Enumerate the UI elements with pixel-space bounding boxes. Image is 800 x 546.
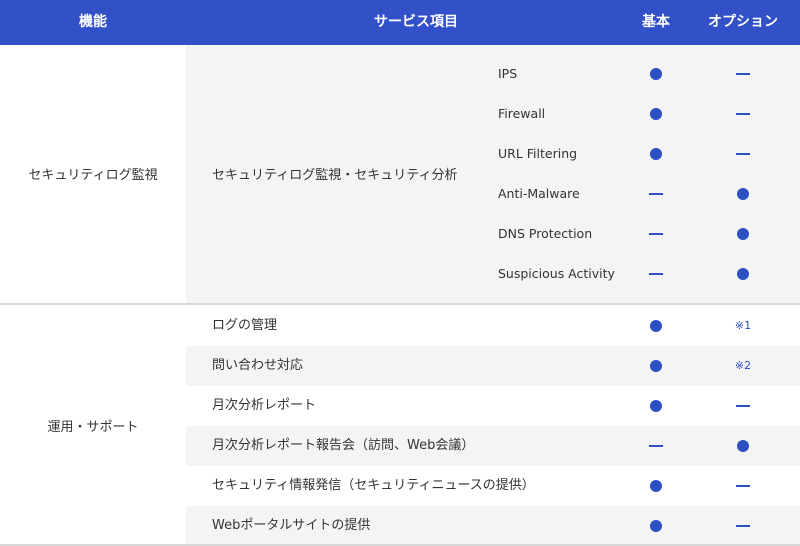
table-row: DNS Protection <box>498 214 798 254</box>
table-row: URL Filtering <box>498 134 798 174</box>
footnote-mark: ※2 <box>728 346 758 386</box>
dash-icon <box>736 113 750 115</box>
table-row: Webポータルサイトの提供 <box>186 506 800 546</box>
available-dot-icon <box>728 254 758 294</box>
dash-icon <box>736 525 750 527</box>
not-available-dash-icon <box>641 254 671 294</box>
table-row: Suspicious Activity <box>498 254 798 294</box>
footnote-text: ※1 <box>734 319 752 332</box>
dot-icon <box>737 268 749 280</box>
dash-icon <box>649 193 663 195</box>
dash-icon <box>736 405 750 407</box>
available-dot-icon <box>641 346 671 386</box>
dash-icon <box>736 153 750 155</box>
dot-icon <box>737 228 749 240</box>
dot-icon <box>650 68 662 80</box>
available-dot-icon <box>641 506 671 546</box>
not-available-dash-icon <box>728 54 758 94</box>
section1-category: セキュリティログ監視 <box>28 168 158 183</box>
row-label: セキュリティ情報発信（セキュリティニュースの提供） <box>212 478 535 493</box>
row-label: 問い合わせ対応 <box>212 358 304 373</box>
dash-icon <box>736 485 750 487</box>
available-dot-icon <box>641 386 671 426</box>
header-basic: 基本 <box>642 14 670 30</box>
dot-icon <box>737 188 749 200</box>
available-dot-icon <box>641 134 671 174</box>
row-label: IPS <box>498 66 518 81</box>
dot-icon <box>650 480 662 492</box>
not-available-dash-icon <box>728 386 758 426</box>
dot-icon <box>650 320 662 332</box>
footnote-text: ※2 <box>734 359 752 372</box>
section2-category: 運用・サポート <box>47 420 139 435</box>
not-available-dash-icon <box>728 134 758 174</box>
header-option: オプション <box>708 14 778 30</box>
row-label: Suspicious Activity <box>498 266 615 281</box>
dot-icon <box>650 400 662 412</box>
row-label: DNS Protection <box>498 226 593 241</box>
available-dot-icon <box>728 174 758 214</box>
available-dot-icon <box>641 94 671 134</box>
available-dot-icon <box>641 306 671 346</box>
table-row: IPS <box>498 54 798 94</box>
dash-icon <box>649 445 663 447</box>
not-available-dash-icon <box>728 94 758 134</box>
table-row: Firewall <box>498 94 798 134</box>
table-row: 問い合わせ対応 ※2 <box>186 346 800 386</box>
row-label: Webポータルサイトの提供 <box>212 518 371 533</box>
row-label: URL Filtering <box>498 146 578 161</box>
table-row: ログの管理 ※1 <box>186 306 800 346</box>
not-available-dash-icon <box>728 506 758 546</box>
available-dot-icon <box>728 426 758 466</box>
dot-icon <box>650 360 662 372</box>
not-available-dash-icon <box>641 214 671 254</box>
available-dot-icon <box>728 214 758 254</box>
row-label: Anti-Malware <box>498 186 580 201</box>
not-available-dash-icon <box>641 174 671 214</box>
row-label: ログの管理 <box>212 318 278 333</box>
header-function: 機能 <box>79 14 107 30</box>
dot-icon <box>650 520 662 532</box>
table-row: Anti-Malware <box>498 174 798 214</box>
row-label: 月次分析レポート <box>212 398 317 413</box>
section-divider <box>0 303 800 305</box>
not-available-dash-icon <box>728 466 758 506</box>
not-available-dash-icon <box>641 426 671 466</box>
available-dot-icon <box>641 466 671 506</box>
table-row: 月次分析レポート <box>186 386 800 426</box>
header-service: サービス項目 <box>374 14 458 30</box>
dash-icon <box>649 233 663 235</box>
table-header: 機能 サービス項目 基本 オプション <box>0 0 800 45</box>
section1-service: セキュリティログ監視・セキュリティ分析 <box>212 168 458 183</box>
service-comparison-table: 機能 サービス項目 基本 オプション セキュリティログ監視 セキュリティログ監視… <box>0 0 800 546</box>
footnote-mark: ※1 <box>728 306 758 346</box>
row-label: Firewall <box>498 106 546 121</box>
dot-icon <box>650 108 662 120</box>
row-label: 月次分析レポート報告会（訪問、Web会議） <box>212 438 475 453</box>
table-row: セキュリティ情報発信（セキュリティニュースの提供） <box>186 466 800 506</box>
dash-icon <box>649 273 663 275</box>
dot-icon <box>650 148 662 160</box>
table-row: 月次分析レポート報告会（訪問、Web会議） <box>186 426 800 466</box>
dash-icon <box>736 73 750 75</box>
available-dot-icon <box>641 54 671 94</box>
dot-icon <box>737 440 749 452</box>
